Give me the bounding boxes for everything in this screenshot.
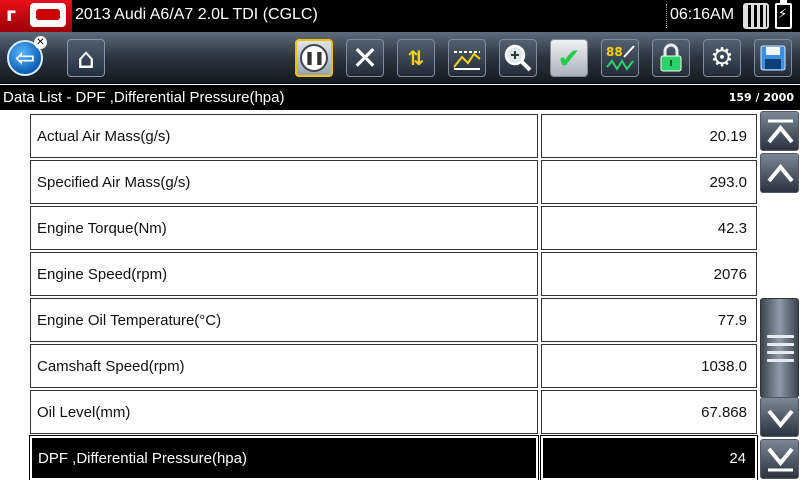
lock-button[interactable]	[650, 37, 692, 79]
settings-button[interactable]: ⚙	[701, 37, 743, 79]
list-item[interactable]: Oil Level(mm) 67.868	[30, 390, 757, 434]
pid-name: Camshaft Speed(rpm)	[30, 344, 538, 388]
pid-value: 67.868	[541, 390, 757, 434]
graph-icon	[448, 39, 486, 77]
pid-name: Engine Speed(rpm)	[30, 252, 538, 296]
clock: 06:16AM	[670, 6, 735, 23]
select-button[interactable]: ✔	[548, 37, 590, 79]
list-item[interactable]: Actual Air Mass(g/s) 20.19	[30, 114, 757, 158]
zoom-button[interactable]	[497, 37, 539, 79]
pause-button[interactable]: ❚❚	[293, 37, 335, 79]
list-item[interactable]: Engine Speed(rpm) 2076	[30, 252, 757, 296]
data-list-title: Data List - DPF ,Differential Pressure(h…	[3, 89, 285, 106]
pause-icon: ❚❚	[300, 44, 328, 72]
pid-value: 1038.0	[541, 344, 757, 388]
sort-icon: ⇅	[397, 39, 435, 77]
connection-icon	[743, 3, 769, 29]
scroll-down-button[interactable]	[760, 397, 799, 437]
padlock-icon	[660, 43, 682, 72]
grip-line	[767, 359, 794, 362]
list-header: Data List - DPF ,Differential Pressure(h…	[0, 85, 800, 110]
vehicle-title: 2013 Audi A6/A7 2.0L TDI (CGLC)	[75, 6, 318, 23]
sort-button[interactable]: ⇅	[395, 37, 437, 79]
home-icon: ⌂	[67, 39, 105, 77]
pid-value: 42.3	[541, 206, 757, 250]
pid-value: 293.0	[541, 160, 757, 204]
chevron-down-icon	[767, 409, 794, 429]
back-button[interactable]: ⇦ ✕	[4, 36, 47, 79]
grip-line	[767, 343, 794, 346]
pid-name: Oil Level(mm)	[30, 390, 538, 434]
pid-name: Specified Air Mass(g/s)	[30, 160, 538, 204]
list-item[interactable]: Engine Torque(Nm) 42.3	[30, 206, 757, 250]
pid-name: Engine Torque(Nm)	[30, 206, 538, 250]
scroll-bottom-button[interactable]	[760, 439, 799, 479]
graph-lines-icon	[453, 51, 481, 70]
close-icon: ✕	[346, 39, 384, 77]
pid-name: DPF ,Differential Pressure(hpa)	[29, 435, 539, 480]
grip-line	[767, 335, 794, 338]
scroll-thumb[interactable]	[760, 298, 799, 398]
pid-value: 77.9	[541, 298, 757, 342]
scroll-top-button[interactable]	[760, 111, 799, 151]
list-item-selected[interactable]: DPF ,Differential Pressure(hpa) 24	[29, 435, 758, 480]
save-icon	[754, 39, 792, 77]
title-divider	[666, 4, 667, 28]
svg-text:88: 88	[606, 45, 623, 59]
graph-view-button[interactable]	[446, 37, 488, 79]
battery-icon	[775, 0, 792, 29]
units-button[interactable]: 88	[599, 37, 641, 79]
grip-line	[767, 351, 794, 354]
stop-button[interactable]: ✕	[344, 37, 386, 79]
scanner-screen: ᴦ 2013 Audi A6/A7 2.0L TDI (CGLC) 06:16A…	[0, 0, 800, 480]
title-bar: ᴦ 2013 Audi A6/A7 2.0L TDI (CGLC) 06:16A…	[0, 0, 800, 32]
digits-wave-icon: 88	[606, 45, 635, 71]
snap-on-logo: ᴦ	[0, 0, 72, 32]
gear-icon: ⚙	[703, 39, 741, 77]
units-icon: 88	[601, 39, 639, 77]
list-item[interactable]: Specified Air Mass(g/s) 293.0	[30, 160, 757, 204]
pid-value: 24	[540, 435, 758, 480]
save-button[interactable]	[752, 37, 794, 79]
lock-icon	[652, 39, 690, 77]
list-item[interactable]: Camshaft Speed(rpm) 1038.0	[30, 344, 757, 388]
pid-name: Engine Oil Temperature(°C)	[30, 298, 538, 342]
scroll-up-button[interactable]	[760, 153, 799, 193]
floppy-icon	[760, 45, 786, 71]
close-badge-icon: ✕	[34, 36, 47, 49]
chevron-up-icon	[767, 163, 794, 183]
check-icon: ✔	[550, 39, 588, 77]
pid-value: 20.19	[541, 114, 757, 158]
page-count: 159 / 2000	[728, 91, 794, 104]
zoom-icon	[499, 39, 537, 77]
home-button[interactable]: ⌂	[64, 37, 108, 79]
list-item[interactable]: Engine Oil Temperature(°C) 77.9	[30, 298, 757, 342]
toolbar: ⇦ ✕ ⌂ ❚❚ ✕ ⇅ ✔ 88 ⚙	[0, 32, 800, 115]
data-list: Actual Air Mass(g/s) 20.19 Specified Air…	[0, 110, 759, 480]
pid-name: Actual Air Mass(g/s)	[30, 114, 538, 158]
double-chevron-down-icon	[767, 447, 794, 472]
pid-value: 2076	[541, 252, 757, 296]
magnifier-icon	[504, 44, 532, 72]
scrollbar[interactable]	[759, 110, 800, 480]
double-chevron-up-icon	[767, 119, 794, 144]
